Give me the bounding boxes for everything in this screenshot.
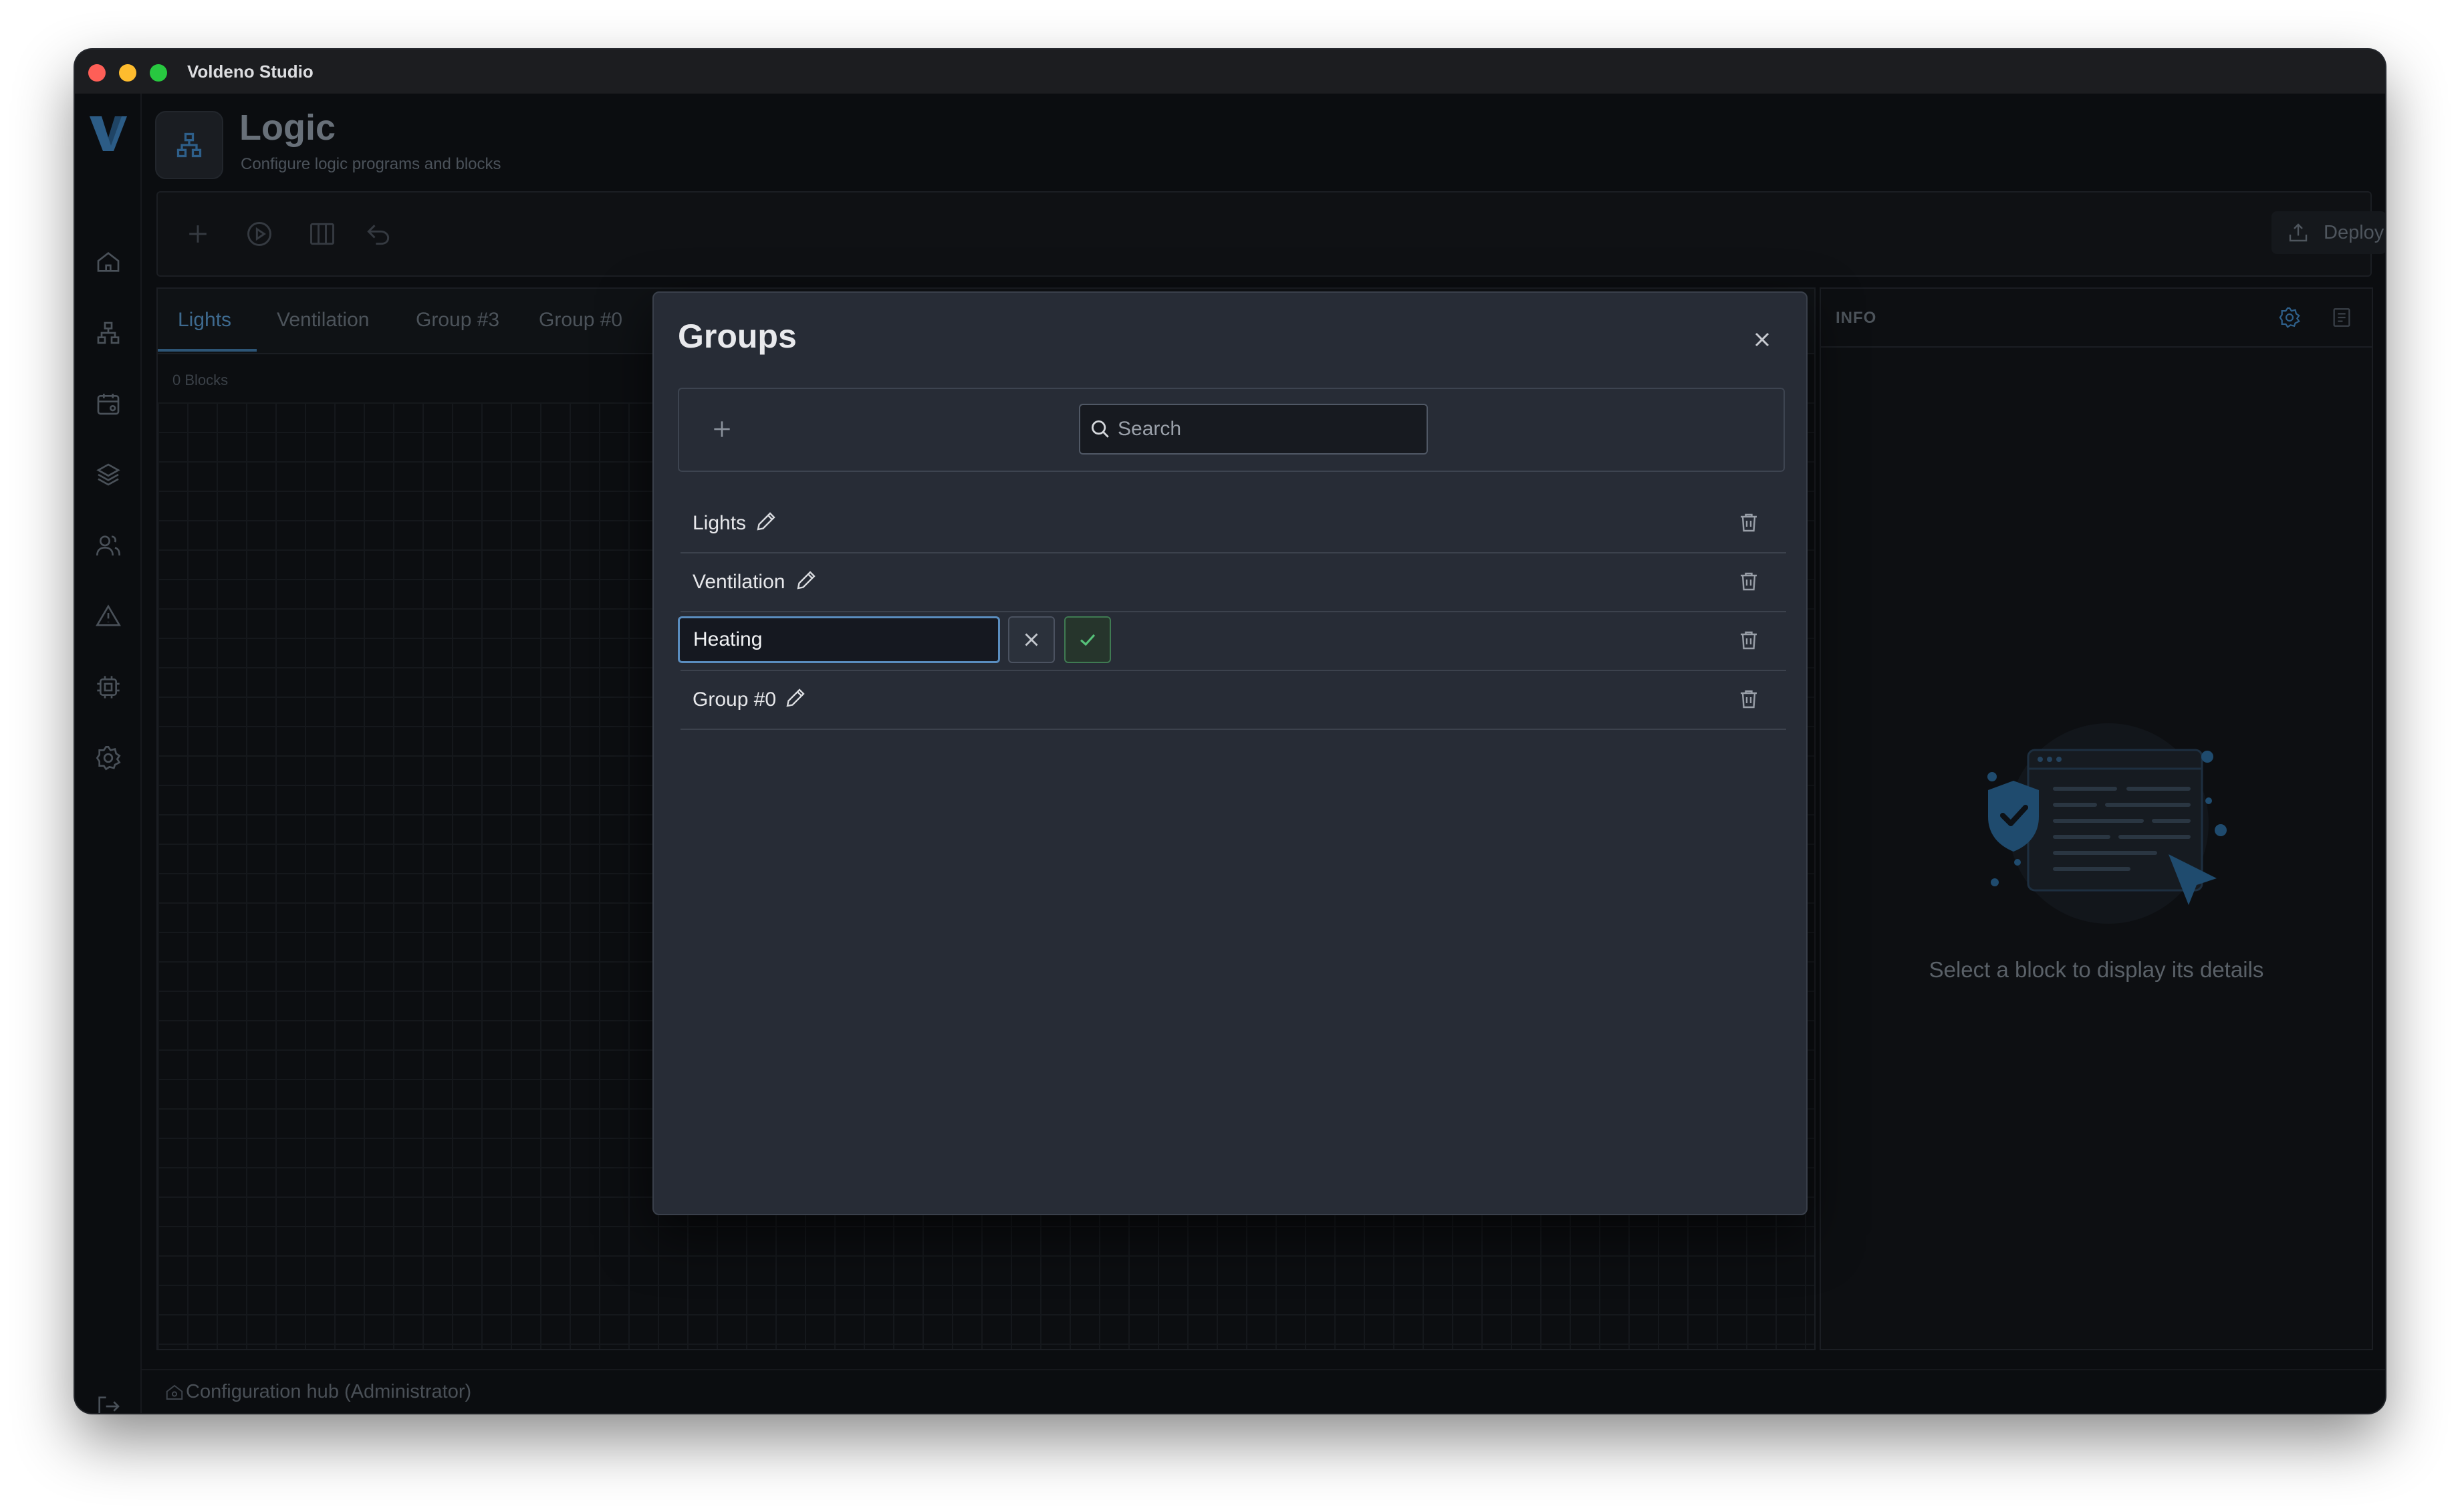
group-name: Lights bbox=[693, 512, 747, 534]
tab-group-0[interactable]: Group #0 bbox=[539, 309, 622, 332]
columns-icon[interactable] bbox=[308, 219, 337, 249]
window-title: Voldeno Studio bbox=[187, 61, 314, 82]
close-window-button[interactable] bbox=[88, 64, 106, 82]
info-panel: INFO Select a block to display its detai… bbox=[1820, 287, 2373, 1350]
group-name: Group #0 bbox=[693, 688, 777, 711]
play-icon[interactable] bbox=[245, 219, 274, 249]
delete-trash-icon[interactable] bbox=[1737, 511, 1761, 535]
page-title: Logic bbox=[239, 108, 336, 148]
logic-icon[interactable] bbox=[95, 320, 122, 346]
edit-pencil-icon[interactable] bbox=[794, 568, 818, 592]
edit-pencil-icon[interactable] bbox=[754, 509, 778, 533]
add-group-button[interactable] bbox=[709, 416, 735, 443]
group-name: Ventilation bbox=[693, 571, 785, 593]
undo-icon[interactable] bbox=[364, 219, 393, 249]
gear-icon[interactable] bbox=[95, 745, 122, 771]
groups-toolbar bbox=[678, 388, 1785, 472]
deploy-label: Deploy bbox=[2324, 222, 2384, 243]
delete-trash-icon[interactable] bbox=[1737, 628, 1761, 652]
zoom-window-button[interactable] bbox=[150, 64, 167, 82]
tab-group-3[interactable]: Group #3 bbox=[416, 309, 499, 332]
users-icon[interactable] bbox=[95, 532, 122, 559]
group-row-lights: Lights bbox=[681, 495, 1786, 553]
block-count: 0 Blocks bbox=[172, 372, 229, 388]
home-icon[interactable] bbox=[95, 249, 122, 275]
page-icon bbox=[155, 111, 223, 179]
search-icon bbox=[1088, 417, 1111, 440]
delete-trash-icon[interactable] bbox=[1737, 687, 1761, 711]
title-bar: Voldeno Studio bbox=[75, 49, 2385, 94]
status-bar: Configuration hub (Administrator) bbox=[142, 1369, 2385, 1413]
info-details-icon[interactable] bbox=[2330, 306, 2353, 329]
search-input[interactable] bbox=[1118, 405, 1419, 453]
plus-icon[interactable] bbox=[183, 219, 213, 249]
warning-icon[interactable] bbox=[95, 603, 122, 630]
groups-dialog: Groups Lights Ventilation bbox=[652, 291, 1808, 1215]
group-row-ventilation: Ventilation bbox=[681, 553, 1786, 612]
deploy-button[interactable]: Deploy bbox=[2271, 211, 2385, 254]
page-subtitle: Configure logic programs and blocks bbox=[241, 155, 501, 173]
toolbar: Deploy bbox=[156, 191, 2385, 277]
info-title: INFO bbox=[1836, 309, 1877, 327]
cancel-edit-button[interactable] bbox=[1008, 616, 1055, 663]
tab-lights[interactable]: Lights bbox=[178, 309, 231, 332]
status-text: Configuration hub (Administrator) bbox=[186, 1381, 472, 1402]
tab-ventilation[interactable]: Ventilation bbox=[277, 309, 369, 332]
sidebar bbox=[75, 94, 142, 1413]
empty-state-illustration bbox=[1955, 717, 2235, 930]
info-settings-icon[interactable] bbox=[2278, 306, 2301, 329]
delete-trash-icon[interactable] bbox=[1737, 570, 1761, 594]
group-row-group-0: Group #0 bbox=[681, 671, 1786, 730]
empty-state-message: Select a block to display its details bbox=[1929, 957, 2264, 982]
logo-icon[interactable] bbox=[87, 112, 130, 155]
chip-icon[interactable] bbox=[95, 674, 122, 701]
close-icon[interactable] bbox=[1750, 328, 1774, 352]
logout-icon[interactable] bbox=[95, 1393, 122, 1413]
calendar-icon[interactable] bbox=[95, 390, 122, 417]
active-tab-indicator bbox=[158, 349, 257, 352]
group-row-editing bbox=[678, 612, 1786, 671]
confirm-edit-button[interactable] bbox=[1064, 616, 1111, 663]
search-field bbox=[1079, 404, 1428, 455]
minimize-window-button[interactable] bbox=[119, 64, 136, 82]
layers-icon[interactable] bbox=[95, 461, 122, 488]
info-header: INFO bbox=[1821, 289, 2372, 348]
dialog-title: Groups bbox=[678, 318, 797, 355]
hub-icon bbox=[164, 1382, 184, 1402]
group-name-input[interactable] bbox=[678, 616, 1000, 663]
edit-pencil-icon[interactable] bbox=[783, 686, 808, 710]
